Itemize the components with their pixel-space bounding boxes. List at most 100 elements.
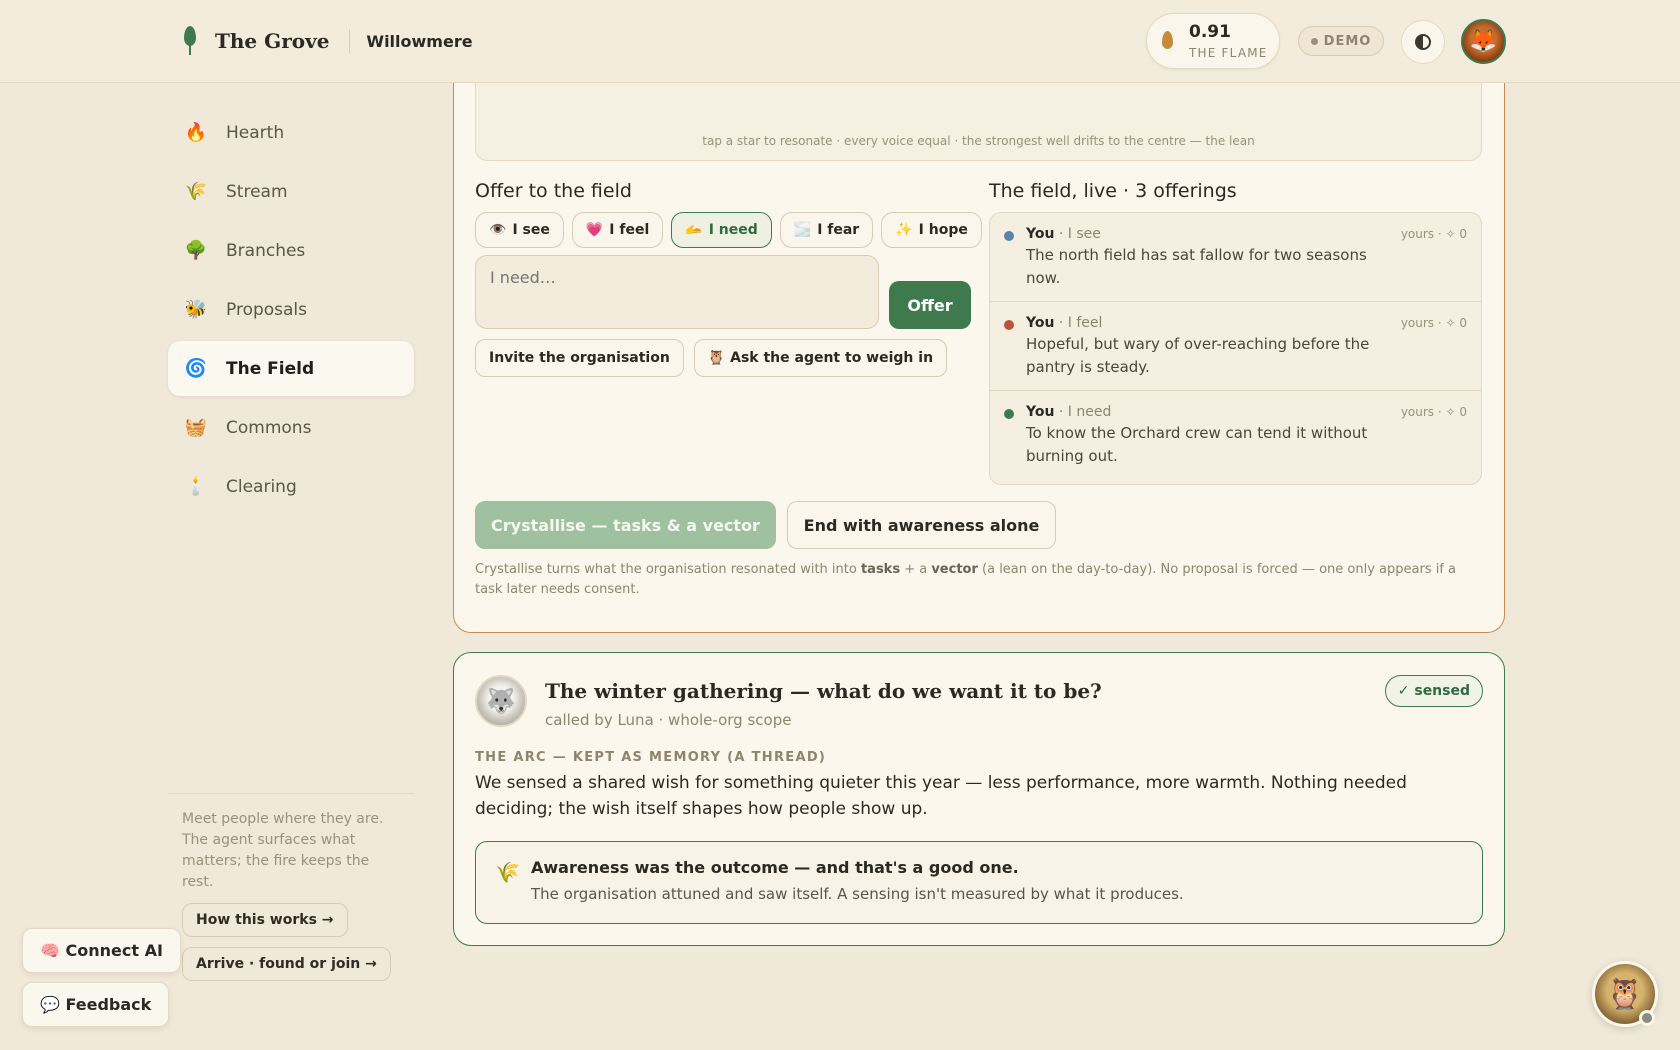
bee-icon: 🐝 — [184, 299, 208, 320]
tree-icon: 🌳 — [184, 240, 208, 261]
wheat-icon: 🌾 — [184, 181, 208, 202]
awareness-text: The organisation attuned and saw itself.… — [531, 885, 1184, 903]
contrast-icon — [1415, 34, 1431, 50]
crystallise-note: Crystallise turns what the organisation … — [475, 560, 1485, 600]
crystallise-button[interactable]: Crystallise — tasks & a vector — [475, 501, 776, 549]
basket-icon: 🧺 — [184, 417, 208, 438]
chip-i-need[interactable]: 🫴 I need — [671, 212, 772, 248]
sidebar-item-branches[interactable]: 🌳 Branches — [168, 223, 414, 278]
star-field-caption: tap a star to resonate · every voice equ… — [702, 134, 1255, 148]
sidebar-item-clearing[interactable]: 🕯️ Clearing — [168, 459, 414, 514]
offering-author: You — [1026, 315, 1055, 331]
wolf-avatar: 🐺 — [475, 675, 527, 727]
chip-label: I see — [512, 222, 550, 238]
sidebar-item-the-field[interactable]: 🌀 The Field — [168, 341, 414, 396]
gathering-subtitle: called by Luna · whole-org scope — [545, 711, 792, 729]
gathering-title[interactable]: The winter gathering — what do we want i… — [545, 679, 1102, 703]
status-badge: ✓ sensed — [1384, 675, 1483, 707]
spiral-icon: 🌀 — [184, 358, 208, 379]
open-hand-icon: 🫴 — [685, 222, 703, 238]
offer-title: Offer to the field — [475, 180, 632, 202]
field-card: tap a star to resonate · every voice equ… — [453, 40, 1505, 633]
chip-i-hope[interactable]: ✨ I hope — [881, 212, 982, 248]
note-text: + a — [900, 562, 932, 577]
chip-i-fear[interactable]: 🌫️ I fear — [779, 212, 874, 248]
offerings-list: You · I see yours · ✧ 0 The north field … — [989, 212, 1482, 485]
chip-label: I hope — [918, 222, 968, 238]
flame-value: 0.91 — [1189, 22, 1231, 42]
offering-text: Hopeful, but wary of over-reaching befor… — [1026, 335, 1370, 376]
sidebar-footer: Meet people where they are. The agent su… — [168, 793, 414, 981]
chip-label: I need — [708, 222, 758, 238]
ask-agent-button[interactable]: 🦉 Ask the agent to weigh in — [693, 339, 948, 377]
sidebar-item-proposals[interactable]: 🐝 Proposals — [168, 282, 414, 337]
org-name[interactable]: Willowmere — [366, 32, 472, 51]
arc-text: We sensed a shared wish for something qu… — [475, 773, 1407, 819]
chip-label: I feel — [609, 222, 650, 238]
theme-toggle-button[interactable] — [1401, 20, 1445, 64]
offering-meta: yours · ✧ 0 — [1400, 405, 1467, 419]
sidebar-item-hearth[interactable]: 🔥 Hearth — [168, 105, 414, 160]
chip-label: I fear — [817, 222, 860, 238]
note-emphasis: tasks — [860, 562, 901, 577]
sidebar-footer-text: Meet people where they are. The agent su… — [182, 811, 384, 890]
offering-author: You — [1026, 404, 1055, 420]
candle-icon: 🕯️ — [184, 476, 208, 497]
secondary-actions: Invite the organisation 🦉 Ask the agent … — [475, 339, 957, 377]
fox-avatar-icon: 🦊 — [1469, 29, 1498, 54]
offering-text: To know the Orchard crew can tend it wit… — [1026, 424, 1368, 465]
offering-kind: · I see — [1054, 226, 1101, 242]
invite-organisation-button[interactable]: Invite the organisation — [475, 339, 684, 377]
heart-icon: 💗 — [585, 222, 604, 238]
offering-kind: · I need — [1054, 404, 1112, 420]
status-dot — [1639, 1010, 1655, 1026]
awareness-outcome: 🌾 Awareness was the outcome — and that's… — [475, 841, 1483, 924]
demo-badge: DEMO — [1298, 26, 1384, 56]
divider — [349, 29, 351, 53]
offering-kind: · I feel — [1054, 315, 1103, 331]
fire-icon: 🔥 — [184, 122, 208, 143]
status-dot — [1004, 409, 1014, 419]
sidebar-item-commons[interactable]: 🧺 Commons — [168, 400, 414, 455]
sidebar-item-label: Stream — [226, 181, 288, 202]
offering-text: The north field has sat fallow for two s… — [1026, 246, 1367, 287]
user-avatar[interactable]: 🦊 — [1461, 19, 1506, 64]
offering-meta: yours · ✧ 0 — [1400, 227, 1467, 241]
flame-icon — [1162, 31, 1173, 49]
chip-i-see[interactable]: 👁️ I see — [475, 212, 564, 248]
fog-icon: 🌫️ — [793, 222, 812, 238]
feedback-button[interactable]: 💬 Feedback — [22, 982, 170, 1027]
top-bar: The Grove Willowmere 0.91 THE FLAME DEMO… — [0, 0, 1680, 83]
chip-i-feel[interactable]: 💗 I feel — [571, 212, 664, 248]
status-dot — [1004, 320, 1014, 330]
sidebar-item-label: The Field — [226, 358, 315, 379]
offer-button[interactable]: Offer — [889, 281, 971, 329]
eye-icon: 👁️ — [489, 222, 507, 238]
how-this-works-button[interactable]: How this works → — [182, 903, 348, 937]
sidebar-item-label: Commons — [226, 417, 312, 438]
status-dot — [1004, 231, 1014, 241]
brand-title: The Grove — [215, 29, 330, 53]
awareness-title: Awareness was the outcome — and that's a… — [531, 858, 1019, 877]
sparkles-icon: ✨ — [895, 222, 913, 238]
gathering-card: 🐺 The winter gathering — what do we want… — [453, 652, 1505, 946]
sidebar-item-label: Hearth — [226, 122, 285, 143]
arc-label: THE ARC — KEPT AS MEMORY (A THREAD) — [475, 750, 827, 765]
offer-input[interactable] — [475, 255, 879, 329]
flame-indicator[interactable]: 0.91 THE FLAME — [1146, 13, 1280, 69]
brand[interactable]: The Grove Willowmere — [181, 26, 473, 56]
sidebar-item-stream[interactable]: 🌾 Stream — [168, 164, 414, 219]
sidebar-item-label: Branches — [226, 240, 306, 261]
demo-label: DEMO — [1323, 33, 1372, 49]
note-text: Crystallise turns what the organisation … — [475, 562, 861, 577]
arrive-button[interactable]: Arrive · found or join → — [182, 947, 391, 981]
leaf-icon — [181, 26, 199, 56]
end-with-awareness-button[interactable]: End with awareness alone — [787, 501, 1056, 549]
connect-ai-button[interactable]: 🧠 Connect AI — [22, 928, 181, 973]
wolf-icon: 🐺 — [486, 687, 516, 715]
dot-icon — [1310, 37, 1318, 45]
list-item[interactable]: You · I need yours · ✧ 0 To know the Orc… — [990, 391, 1481, 480]
list-item[interactable]: You · I feel yours · ✧ 0 Hopeful, but wa… — [990, 302, 1481, 391]
list-item[interactable]: You · I see yours · ✧ 0 The north field … — [990, 213, 1481, 302]
offering-meta: yours · ✧ 0 — [1400, 316, 1467, 330]
